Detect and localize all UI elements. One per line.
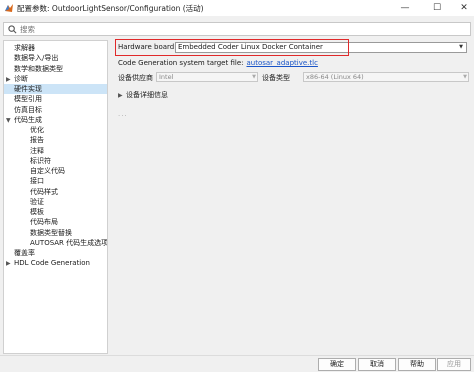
tree-item-label: AUTOSAR 代码生成选项 xyxy=(30,238,108,247)
device-details-toggle[interactable]: ▶ 设备详细信息 xyxy=(118,90,168,100)
tree-item-label: 优化 xyxy=(30,126,44,134)
tree-item-label: 数学和数据类型 xyxy=(14,64,63,73)
tree-item-label: 注释 xyxy=(30,146,44,155)
tree-item-label: 代码生成 xyxy=(14,115,42,124)
tree-item-label: 求解器 xyxy=(14,44,35,52)
tree-item[interactable]: 代码样式 xyxy=(4,187,107,197)
device-row: 设备供应商 Intel ▼ 设备类型 x86-64 (Linux 64) ▼ xyxy=(118,72,471,83)
tree-item-label: 数据类型替换 xyxy=(30,228,72,237)
system-target-link[interactable]: autosar_adaptive.tlc xyxy=(246,59,317,67)
tree-item[interactable]: 求解器 xyxy=(4,43,107,53)
ok-button[interactable]: 确定 xyxy=(318,358,356,371)
hardware-implementation-pane: Hardware board: Embedded Coder Linux Doc… xyxy=(111,39,471,354)
chevron-down-icon: ▼ xyxy=(463,74,467,80)
tree-item-label: 数据导入/导出 xyxy=(14,54,59,63)
window-title: 配置参数: OutdoorLightSensor/Configuration (… xyxy=(17,4,204,13)
tree-item[interactable]: 接口 xyxy=(4,176,107,186)
search-bar[interactable] xyxy=(3,22,471,36)
chevron-down-icon: ▼ xyxy=(252,74,256,80)
tree-item-label: 模型引用 xyxy=(14,95,42,104)
help-button[interactable]: 帮助 xyxy=(398,358,436,371)
tree-item[interactable]: 报告 xyxy=(4,135,107,145)
tree-item[interactable]: ▶ 诊断 xyxy=(4,74,107,84)
system-target-label: Code Generation system target file: xyxy=(118,59,244,67)
tree-item-label: 代码布局 xyxy=(30,218,58,227)
tree-item[interactable]: ▼ 代码生成 xyxy=(4,115,107,125)
tree-item[interactable]: 硬件实现 xyxy=(4,84,107,94)
matlab-icon xyxy=(5,4,13,12)
tree-item-label: 验证 xyxy=(30,197,44,206)
tree-item-label: 自定义代码 xyxy=(30,167,65,175)
tree-item-label: HDL Code Generation xyxy=(14,259,90,268)
system-target-row: Code Generation system target file: autos… xyxy=(118,59,318,67)
tree-item-label: 代码样式 xyxy=(30,187,58,196)
ellipsis-text: ... xyxy=(118,110,128,118)
maximize-icon: ☐ xyxy=(432,3,442,13)
tree-item[interactable]: 自定义代码 xyxy=(4,166,107,176)
cancel-button[interactable]: 取消 xyxy=(358,358,396,371)
tree-item[interactable]: 验证 xyxy=(4,197,107,207)
device-vendor-dropdown[interactable]: Intel ▼ xyxy=(156,72,258,82)
tree-item[interactable]: 模型引用 xyxy=(4,94,107,104)
tree-item[interactable]: 数据类型替换 xyxy=(4,228,107,238)
tree-item[interactable]: 模板 xyxy=(4,207,107,217)
tree-item[interactable]: 代码布局 xyxy=(4,217,107,227)
tree-item[interactable]: ▶ HDL Code Generation xyxy=(4,258,107,268)
device-type-value: x86-64 (Linux 64) xyxy=(306,73,364,81)
tree-item[interactable]: 数据导入/导出 xyxy=(4,53,107,63)
device-vendor-label: 设备供应商 xyxy=(118,74,153,82)
chevron-down-icon: ▼ xyxy=(459,44,463,50)
tree-item-label: 模板 xyxy=(30,208,44,216)
tree-item-label: 报告 xyxy=(30,136,44,145)
tree-item-label: 覆盖率 xyxy=(14,249,35,257)
search-input[interactable] xyxy=(20,23,460,35)
expand-arrow-icon: ▶ xyxy=(118,92,123,99)
minimize-icon: — xyxy=(400,3,410,13)
tree-item-label: 仿真目标 xyxy=(14,105,42,114)
tree-item[interactable]: 注释 xyxy=(4,146,107,156)
title-bar: 配置参数: OutdoorLightSensor/Configuration (… xyxy=(0,0,474,16)
minimize-button[interactable]: — xyxy=(393,0,417,16)
tree-item-label: 接口 xyxy=(30,177,44,186)
device-vendor-value: Intel xyxy=(159,73,174,81)
close-icon: ✕ xyxy=(460,3,468,13)
apply-button[interactable]: 应用 xyxy=(437,358,471,371)
tree-item-label: 诊断 xyxy=(14,74,28,83)
annotation-highlight-box xyxy=(115,39,349,56)
search-icon xyxy=(8,25,17,34)
tree-item[interactable]: 数学和数据类型 xyxy=(4,64,107,74)
tree-item[interactable]: 优化 xyxy=(4,125,107,135)
device-type-dropdown[interactable]: x86-64 (Linux 64) ▼ xyxy=(303,72,469,82)
expand-arrow-icon[interactable]: ▶ xyxy=(6,259,14,269)
maximize-button[interactable]: ☐ xyxy=(425,0,449,16)
tree-item[interactable]: AUTOSAR 代码生成选项 xyxy=(4,238,107,248)
tree-item[interactable]: 标识符 xyxy=(4,156,107,166)
category-tree: 求解器 数据导入/导出 数学和数据类型 ▶ 诊断 硬件实现 模型引用 仿真目标 ▼ 代码生成 优化报… xyxy=(3,40,108,354)
close-button[interactable]: ✕ xyxy=(452,0,474,16)
tree-item-label: 标识符 xyxy=(30,156,51,165)
tree-item-label: 硬件实现 xyxy=(14,85,42,93)
hardware-board-row: Hardware board: Embedded Coder Linux Doc… xyxy=(115,39,468,56)
device-details-label: 设备详细信息 xyxy=(126,91,168,99)
dialog-button-bar: 确定 取消 帮助 应用 xyxy=(0,355,474,372)
device-type-label: 设备类型 xyxy=(262,74,290,82)
tree-item[interactable]: 仿真目标 xyxy=(4,105,107,115)
tree-item[interactable]: 覆盖率 xyxy=(4,248,107,258)
